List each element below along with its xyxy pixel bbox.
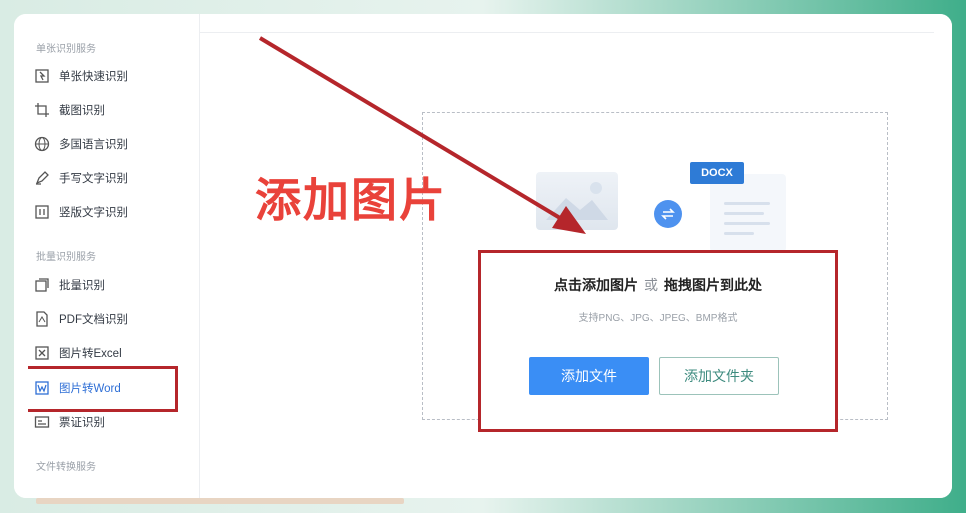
sidebar-item-excel[interactable]: 图片转Excel — [14, 339, 200, 367]
quick-scan-icon — [34, 68, 50, 84]
sidebar-item-label: 手写文字识别 — [59, 173, 128, 185]
tip-or: 或 — [644, 277, 658, 293]
sidebar-item-label: 票证识别 — [59, 417, 105, 429]
decorative-bar — [36, 498, 404, 504]
excel-icon — [34, 345, 50, 361]
sidebar-item-label: 多国语言识别 — [59, 139, 128, 151]
sidebar-item-label: 图片转Excel — [59, 348, 122, 360]
section-title-convert: 文件转换服务 — [36, 462, 96, 473]
sidebar: 单张识别服务 单张快速识别 截图识别 多国语言识别 手写文字识别 竖版文字识别 … — [14, 14, 200, 498]
tip-click-add: 点击添加图片 — [554, 277, 638, 293]
image-placeholder-icon — [536, 172, 618, 230]
section-title-single: 单张识别服务 — [36, 44, 96, 55]
sidebar-item-label: 截图识别 — [59, 105, 105, 117]
sidebar-item-label: 单张快速识别 — [59, 71, 128, 83]
batch-icon — [34, 277, 50, 293]
crop-icon — [34, 102, 50, 118]
docx-badge: DOCX — [690, 162, 744, 184]
sidebar-item-label: 批量识别 — [59, 280, 105, 292]
upload-main-tip: 点击添加图片或拖拽图片到此处 — [481, 275, 835, 295]
sidebar-item-label: PDF文档识别 — [59, 314, 128, 326]
vertical-text-icon — [34, 204, 50, 220]
sidebar-item-screenshot[interactable]: 截图识别 — [14, 96, 200, 124]
supported-formats: 支持PNG、JPG、JPEG、BMP格式 — [578, 313, 738, 324]
sidebar-item-vertical[interactable]: 竖版文字识别 — [14, 198, 200, 226]
annotation-title: 添加图片 — [255, 173, 447, 227]
sidebar-item-multilang[interactable]: 多国语言识别 — [14, 130, 200, 158]
upload-panel: 点击添加图片或拖拽图片到此处 支持PNG、JPG、JPEG、BMP格式 添加文件… — [478, 250, 838, 432]
app-window: 单张识别服务 单张快速识别 截图识别 多国语言识别 手写文字识别 竖版文字识别 … — [14, 14, 952, 498]
globe-icon — [34, 136, 50, 152]
swap-icon — [654, 200, 682, 228]
tip-drag: 拖拽图片到此处 — [664, 277, 762, 293]
add-file-button[interactable]: 添加文件 — [529, 357, 649, 395]
sidebar-item-quick-scan[interactable]: 单张快速识别 — [14, 62, 200, 90]
add-folder-button[interactable]: 添加文件夹 — [659, 357, 779, 395]
pdf-icon — [34, 311, 50, 327]
document-icon — [710, 174, 786, 252]
sidebar-item-label: 竖版文字识别 — [59, 207, 128, 219]
annotation-highlight-box — [28, 366, 178, 412]
section-title-batch: 批量识别服务 — [36, 252, 96, 263]
sidebar-item-batch[interactable]: 批量识别 — [14, 271, 200, 299]
sidebar-item-handwriting[interactable]: 手写文字识别 — [14, 164, 200, 192]
sidebar-item-ticket[interactable]: 票证识别 — [14, 408, 200, 436]
header-divider — [200, 32, 934, 33]
sidebar-item-pdf[interactable]: PDF文档识别 — [14, 305, 200, 333]
ticket-icon — [34, 414, 50, 430]
main-panel: DOCX 添加图片 点击添加图片或拖拽图片到此处 支持PNG、JPG、JPEG、… — [200, 14, 952, 498]
pen-icon — [34, 170, 50, 186]
